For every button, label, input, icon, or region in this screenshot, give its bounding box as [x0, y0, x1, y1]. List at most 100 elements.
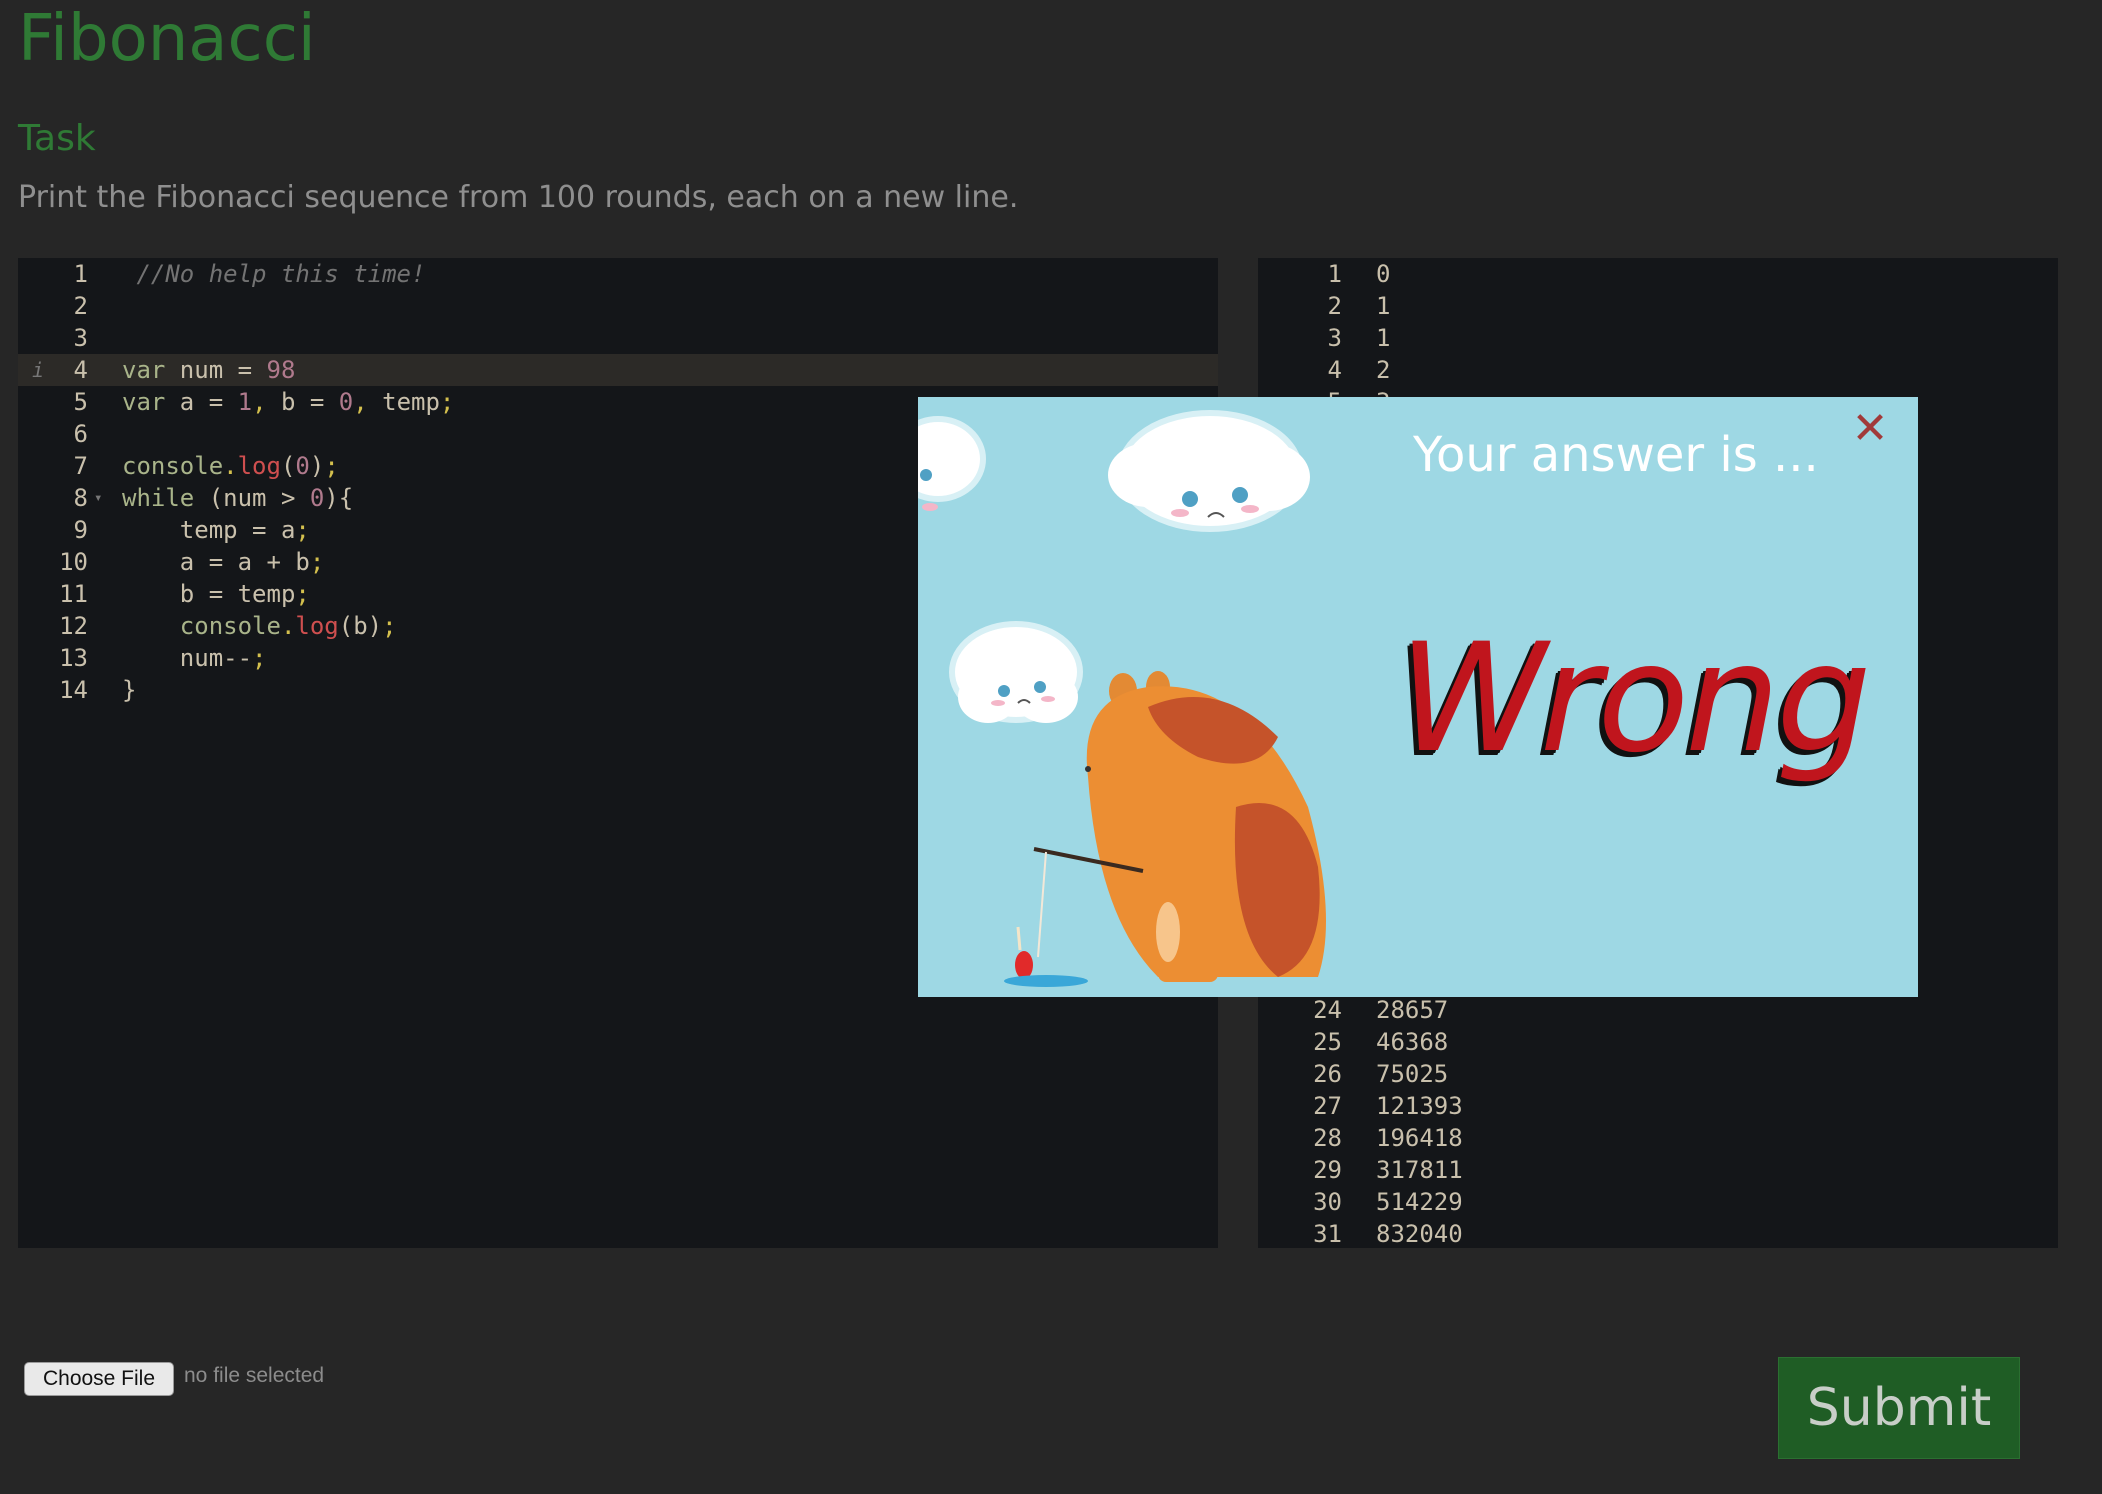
code-line[interactable]: 2	[18, 290, 1218, 322]
code-token: (b)	[338, 612, 383, 640]
code-token: 1	[237, 388, 253, 416]
line-number: 12	[59, 612, 88, 640]
submit-button[interactable]: Submit	[1778, 1357, 2020, 1459]
output-value: 28657	[1376, 996, 1449, 1024]
code-text: while (num > 0){	[122, 482, 353, 514]
output-line: 10	[1258, 258, 2058, 290]
line-number: 1	[1327, 260, 1342, 288]
code-token: 0	[309, 484, 325, 512]
code-token: ;	[382, 612, 397, 640]
output-line: 30 514229	[1258, 1186, 2058, 1218]
line-number: 24	[1313, 996, 1342, 1024]
line-number: 7	[73, 452, 88, 480]
code-token: log	[295, 612, 339, 640]
output-line: 31 832040	[1258, 1218, 2058, 1248]
result-verdict: Wrong	[1398, 612, 1871, 786]
line-number: 8	[73, 484, 88, 512]
page-title: Fibonacci	[18, 2, 316, 76]
code-token: 0	[338, 388, 354, 416]
code-token: 0	[295, 452, 310, 480]
code-text: num--;	[122, 642, 267, 674]
modal-heading: Your answer is ...	[1413, 427, 1819, 483]
line-number: 3	[1327, 324, 1342, 352]
line-number: 6	[73, 420, 88, 448]
output-line: 28 196418	[1258, 1122, 2058, 1154]
code-token: ,	[353, 388, 368, 416]
code-token: console	[122, 452, 224, 480]
code-token: temp = a	[122, 516, 296, 544]
output-value: 0	[1376, 260, 1391, 288]
code-token: while	[122, 484, 195, 512]
output-line: 21	[1258, 290, 2058, 322]
code-token: console	[179, 612, 281, 640]
line-number: 30	[1313, 1188, 1342, 1216]
code-token: )	[309, 452, 325, 480]
code-token: ;	[439, 388, 455, 416]
line-number: 10	[59, 548, 88, 576]
code-token: a =	[165, 388, 238, 416]
code-line[interactable]: 3	[18, 322, 1218, 354]
code-token: num =	[165, 356, 267, 384]
code-token: (num >	[194, 484, 310, 512]
code-text: var a = 1, b = 0, temp;	[122, 386, 454, 418]
code-token: a = a + b	[122, 548, 310, 576]
output-value: 1	[1376, 292, 1391, 320]
cloud-icon	[1108, 410, 1310, 532]
code-token: 98	[266, 356, 296, 384]
line-number: 13	[59, 644, 88, 672]
line-number: 29	[1313, 1156, 1342, 1184]
line-number: 14	[59, 676, 88, 704]
code-token: ;	[295, 580, 310, 608]
cloud-icon	[949, 621, 1083, 723]
task-heading: Task	[18, 118, 96, 159]
code-text: temp = a;	[122, 514, 310, 546]
code-token: .	[280, 612, 296, 640]
cloud-icon	[918, 416, 986, 511]
line-number: 9	[73, 516, 88, 544]
code-text: }	[122, 674, 136, 706]
code-token: num--	[122, 644, 253, 672]
line-number: 27	[1313, 1092, 1342, 1120]
output-line: 26 75025	[1258, 1058, 2058, 1090]
output-value: 121393	[1376, 1092, 1463, 1120]
line-number: 28	[1313, 1124, 1342, 1152]
code-token: ;	[324, 452, 339, 480]
line-number: 2	[1327, 292, 1342, 320]
code-line[interactable]: i 4 var num = 98	[18, 354, 1218, 386]
code-token: temp	[367, 388, 440, 416]
code-token: ,	[252, 388, 267, 416]
line-number: 25	[1313, 1028, 1342, 1056]
code-token: .	[223, 452, 238, 480]
output-line: 31	[1258, 322, 2058, 354]
output-value: 1	[1376, 324, 1391, 352]
code-token: }	[122, 676, 137, 704]
output-line: 25 46368	[1258, 1026, 2058, 1058]
output-value: 317811	[1376, 1156, 1463, 1184]
code-text: var num = 98	[122, 354, 295, 386]
output-value: 196418	[1376, 1124, 1463, 1152]
output-line: 27 121393	[1258, 1090, 2058, 1122]
result-modal: Your answer is ... ✕ Wrong	[918, 397, 1918, 997]
code-token: var	[122, 388, 166, 416]
code-text: console.log(0);	[122, 450, 339, 482]
code-token: ;	[295, 516, 310, 544]
code-text: a = a + b;	[122, 546, 325, 578]
code-token: b =	[266, 388, 339, 416]
output-line: 42	[1258, 354, 2058, 386]
line-number: 2	[73, 292, 88, 320]
choose-file-button[interactable]: Choose File	[24, 1362, 174, 1396]
code-token: var	[122, 356, 166, 384]
code-token: log	[237, 452, 281, 480]
code-token: b = temp	[122, 580, 296, 608]
output-value: 75025	[1376, 1060, 1449, 1088]
code-token: ;	[309, 548, 325, 576]
output-value: 832040	[1376, 1220, 1463, 1248]
code-text: console.log(b);	[122, 610, 397, 642]
fold-arrow-icon[interactable]: ▾	[94, 482, 102, 514]
code-text: //No help this time!	[122, 258, 425, 290]
close-icon[interactable]: ✕	[1848, 407, 1892, 451]
line-number: 4	[73, 356, 88, 384]
output-line: 29 317811	[1258, 1154, 2058, 1186]
code-line[interactable]: 1 //No help this time!	[18, 258, 1218, 290]
